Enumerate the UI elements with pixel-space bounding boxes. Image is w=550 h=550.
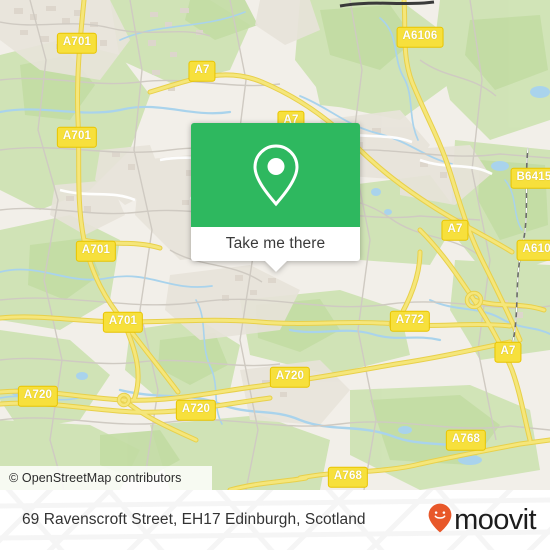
destination-popup[interactable]: Take me there <box>191 123 360 272</box>
location-pin-icon <box>250 142 302 208</box>
address-text: 69 Ravenscroft Street, EH17 Edinburgh, S… <box>22 511 366 528</box>
road-shield-a7-1: A7 <box>188 60 216 82</box>
map-canvas[interactable]: A701A7A6106A701A7B6415A7A7A6106A701A772A… <box>0 0 550 490</box>
popup-pointer <box>264 261 287 272</box>
road-shield-a768-17: A768 <box>327 466 369 488</box>
road-shield-a720-14: A720 <box>17 385 59 407</box>
footer-bar: 69 Ravenscroft Street, EH17 Edinburgh, S… <box>0 490 550 550</box>
road-shield-a720-15: A720 <box>175 399 217 421</box>
road-shield-a6106-2: A6106 <box>396 26 444 48</box>
road-shield-a7-12: A7 <box>494 341 522 363</box>
road-shield-a701-3: A701 <box>56 126 98 148</box>
moovit-wordmark: moovit <box>454 503 536 536</box>
map-screenshot: A701A7A6106A701A7B6415A7A7A6106A701A772A… <box>0 0 550 550</box>
take-me-there-button[interactable]: Take me there <box>191 227 360 261</box>
moovit-smiley-pin-icon <box>428 503 452 538</box>
road-shield-a720-13: A720 <box>269 366 311 388</box>
moovit-logo[interactable]: moovit <box>428 503 537 538</box>
map-attribution[interactable]: © OpenStreetMap contributors <box>0 466 212 490</box>
road-shield-b6415-5: B6415 <box>510 167 550 189</box>
road-shield-a768-16: A768 <box>445 429 487 451</box>
popup-header <box>191 123 360 227</box>
road-shield-a701-0: A701 <box>56 32 98 54</box>
take-me-there-label: Take me there <box>225 235 326 252</box>
road-shield-a772-10: A772 <box>389 310 431 332</box>
road-shield-a701-11: A701 <box>102 311 144 333</box>
road-shield-a6106-8: A6106 <box>516 239 550 261</box>
footer-content: 69 Ravenscroft Street, EH17 Edinburgh, S… <box>0 490 550 550</box>
road-shield-a701-9: A701 <box>75 240 117 262</box>
attribution-text: © OpenStreetMap contributors <box>9 471 182 485</box>
road-shield-a7-7: A7 <box>441 219 469 241</box>
